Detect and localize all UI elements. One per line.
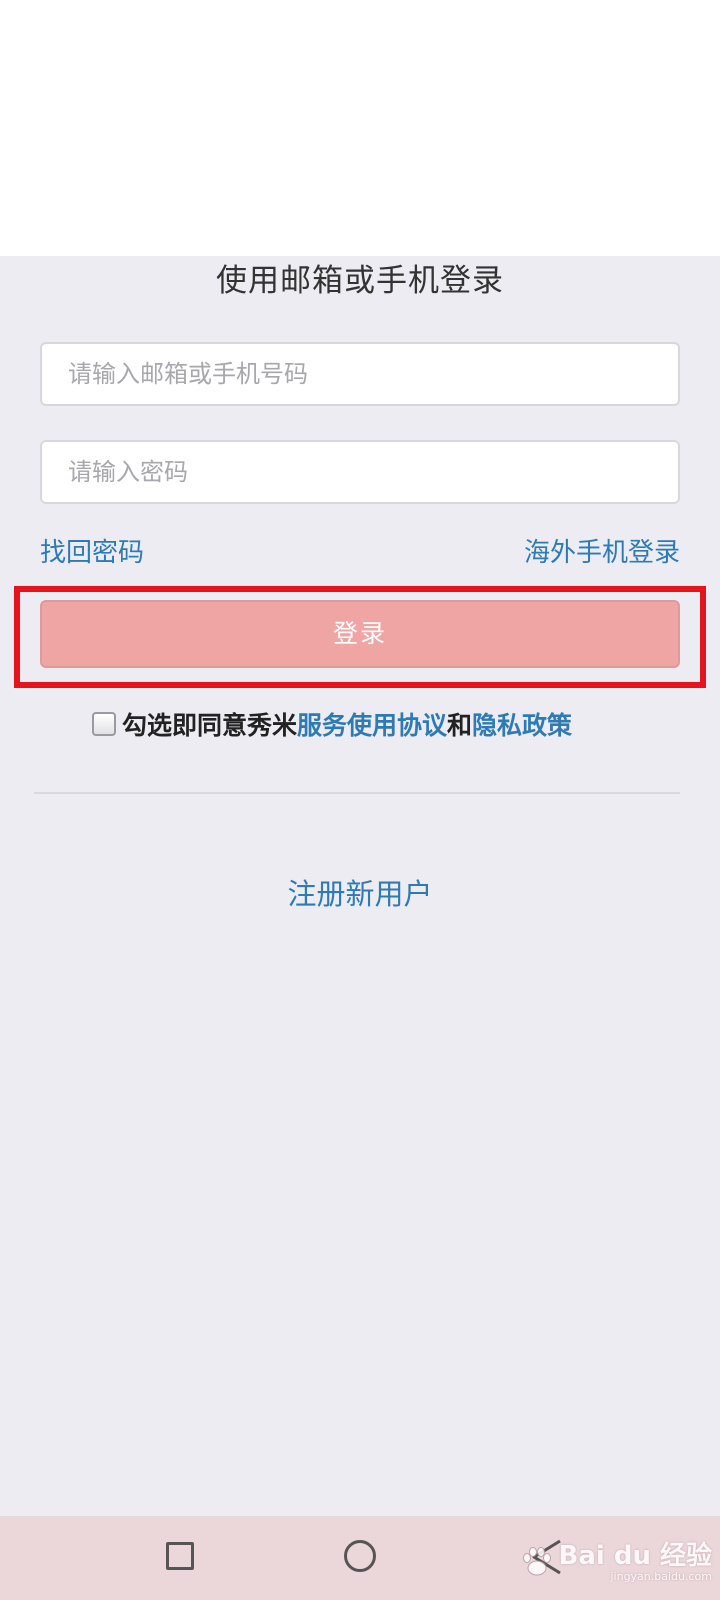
watermark-logo: Bai du 经验 — [558, 1541, 713, 1571]
divider — [34, 792, 680, 794]
register-new-user-link[interactable]: 注册新用户 — [0, 874, 720, 914]
baidu-jingyan-watermark: Bai du 经验 jingyan.baidu.com — [519, 1532, 713, 1592]
forgot-password-link[interactable]: 找回密码 — [40, 536, 144, 570]
watermark-url: jingyan.baidu.com — [610, 1570, 712, 1583]
password-field-container — [40, 440, 680, 504]
agreement-prefix-text: 勾选即同意秀米 — [122, 711, 298, 740]
agreement-checkbox[interactable] — [92, 712, 116, 736]
paw-icon — [522, 1547, 551, 1576]
email-phone-field-container — [40, 342, 680, 406]
circle-icon[interactable] — [344, 1540, 376, 1572]
password-input[interactable] — [42, 442, 678, 502]
email-phone-input[interactable] — [42, 344, 678, 404]
page-title: 使用邮箱或手机登录 — [216, 263, 504, 299]
privacy-policy-link[interactable]: 隐私政策 — [472, 706, 572, 742]
square-icon[interactable] — [166, 1542, 194, 1570]
login-button[interactable]: 登录 — [40, 600, 680, 668]
overseas-phone-login-link[interactable]: 海外手机登录 — [524, 536, 680, 570]
top-blank-area — [0, 0, 720, 256]
agreement-conjunction-text: 和 — [447, 711, 473, 740]
service-terms-link[interactable]: 服务使用协议 — [297, 706, 447, 742]
agreement-row: 勾选即同意秀米 服务使用协议 和 隐私政策 — [92, 704, 572, 744]
